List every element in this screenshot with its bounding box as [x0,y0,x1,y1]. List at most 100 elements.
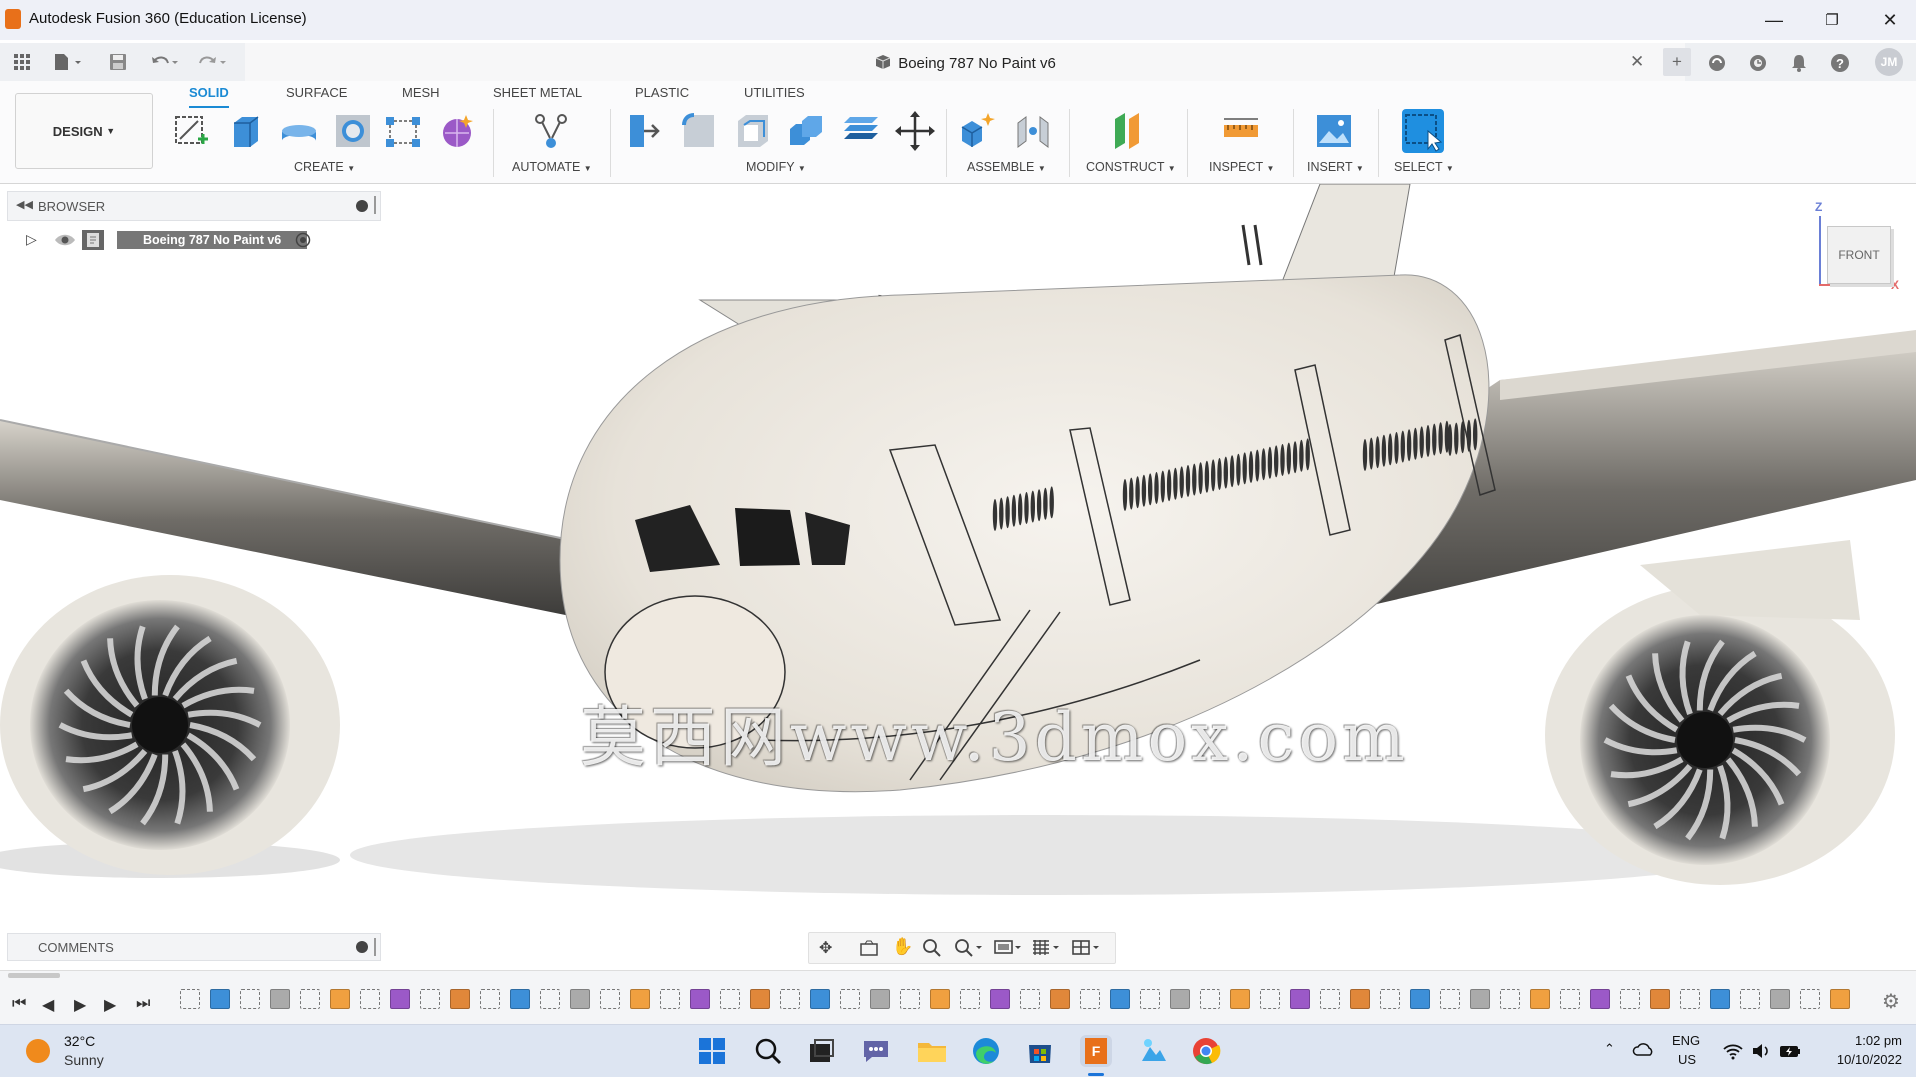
task-view-icon[interactable] [806,1035,838,1067]
viewports-icon[interactable] [1071,938,1101,958]
viewcube-front-face[interactable]: FRONT [1827,226,1891,284]
volume-icon[interactable] [1750,1041,1772,1061]
timeline-feature-icon[interactable] [600,989,620,1009]
onedrive-cloud-icon[interactable] [1632,1039,1656,1061]
visibility-eye-icon[interactable] [54,231,76,249]
user-avatar[interactable]: JM [1875,48,1903,76]
press-pull-icon[interactable] [624,109,666,153]
redo-icon[interactable] [196,49,230,75]
clock-date[interactable]: 10/10/2022 [1820,1052,1902,1067]
timeline-feature-icon[interactable] [1380,989,1400,1009]
group-select[interactable]: SELECT ▼ [1394,160,1454,174]
data-panel-grid-icon[interactable] [10,49,34,75]
create-sketch-icon[interactable] [170,109,212,153]
timeline-feature-icon[interactable] [900,989,920,1009]
extrude-icon[interactable] [224,109,266,153]
timeline-feature-icon[interactable] [1230,989,1250,1009]
timeline-feature-icon[interactable] [660,989,680,1009]
timeline-feature-icon[interactable] [1710,989,1730,1009]
timeline-feature-icon[interactable] [1620,989,1640,1009]
select-tool-icon[interactable] [1402,109,1444,153]
timeline-feature-icon[interactable] [1590,989,1610,1009]
search-icon[interactable] [752,1035,784,1067]
timeline-feature-icon[interactable] [540,989,560,1009]
windows-start-icon[interactable] [696,1035,728,1067]
timeline-feature-icon[interactable] [1080,989,1100,1009]
activate-radio-icon[interactable] [295,232,311,248]
teams-chat-icon[interactable] [860,1035,892,1067]
timeline-feature-icon[interactable] [1290,989,1310,1009]
timeline-feature-icon[interactable] [1140,989,1160,1009]
timeline-settings-gear-icon[interactable]: ⚙ [1882,989,1900,1014]
timeline-feature-icon[interactable] [300,989,320,1009]
step-forward-icon[interactable]: ▶ [104,995,116,1015]
group-assemble[interactable]: ASSEMBLE ▼ [967,160,1046,174]
rectangular-pattern-icon[interactable] [382,109,424,153]
tab-mesh[interactable]: MESH [402,85,440,100]
timeline-feature-icon[interactable] [1740,989,1760,1009]
hole-icon[interactable] [332,109,374,153]
save-icon[interactable] [106,49,130,75]
joint-icon[interactable] [1012,109,1054,153]
timeline-feature-icon[interactable] [1830,989,1850,1009]
timeline-feature-icon[interactable] [870,989,890,1009]
file-menu-icon[interactable] [50,49,86,75]
pan-hand-icon[interactable]: ✋ [892,937,913,957]
tab-surface[interactable]: SURFACE [286,85,347,100]
job-status-icon[interactable] [1746,51,1770,75]
keyboard-region[interactable]: US [1678,1052,1696,1067]
timeline-feature-icon[interactable] [930,989,950,1009]
new-tab-plus-icon[interactable]: + [1663,48,1691,76]
photos-app-icon[interactable] [1136,1035,1168,1067]
display-settings-icon[interactable] [993,938,1023,958]
tab-solid[interactable]: SOLID [189,85,229,108]
microsoft-store-icon[interactable] [1024,1035,1056,1067]
timeline-scrollbar[interactable] [8,973,60,978]
add-comment-icon[interactable] [356,941,368,953]
clock-time[interactable]: 1:02 pm [1820,1033,1902,1048]
timeline-feature-icon[interactable] [240,989,260,1009]
timeline-feature-icon[interactable] [570,989,590,1009]
go-to-end-icon[interactable]: ⏭ [136,995,150,1013]
file-explorer-icon[interactable] [916,1035,948,1067]
close-button[interactable]: ✕ [1866,6,1914,34]
restore-button[interactable]: ❐ [1808,6,1856,34]
timeline-feature-icon[interactable] [1020,989,1040,1009]
timeline-feature-icon[interactable] [180,989,200,1009]
orbit-icon[interactable]: ✥ [819,938,832,958]
shell-icon[interactable] [732,109,774,153]
timeline-feature-icon[interactable] [750,989,770,1009]
group-construct[interactable]: CONSTRUCT ▼ [1086,160,1176,174]
timeline-feature-icon[interactable] [420,989,440,1009]
document-tab[interactable]: Boeing 787 No Paint v6 ✕ [245,43,1685,81]
go-to-start-icon[interactable]: ⏮ [12,995,26,1013]
tab-utilities[interactable]: UTILITIES [744,85,805,100]
panel-resize-handle[interactable] [374,196,376,214]
timeline-feature-icon[interactable] [960,989,980,1009]
group-insert[interactable]: INSERT ▼ [1307,160,1364,174]
timeline-feature-icon[interactable] [840,989,860,1009]
battery-charging-icon[interactable] [1778,1041,1802,1061]
extensions-icon[interactable] [1705,51,1729,75]
tab-sheet-metal[interactable]: SHEET METAL [493,85,582,100]
expand-triangle-icon[interactable]: ▷ [26,231,37,248]
panel-resize-handle[interactable] [374,938,376,956]
tab-plastic[interactable]: PLASTIC [635,85,689,100]
timeline-feature-icon[interactable] [720,989,740,1009]
measure-icon[interactable] [1220,109,1262,153]
revolve-icon[interactable] [278,109,320,153]
timeline-feature-icon[interactable] [810,989,830,1009]
minimize-button[interactable]: — [1750,6,1798,34]
timeline-feature-icon[interactable] [1170,989,1190,1009]
timeline-feature-icon[interactable] [1200,989,1220,1009]
group-automate[interactable]: AUTOMATE ▼ [512,160,592,174]
timeline-feature-icon[interactable] [1530,989,1550,1009]
weather-sun-icon[interactable] [26,1039,50,1063]
timeline-feature-icon[interactable] [510,989,530,1009]
timeline-feature-icon[interactable] [1350,989,1370,1009]
group-inspect[interactable]: INSPECT ▼ [1209,160,1274,174]
play-icon[interactable]: ▶ [74,995,86,1015]
weather-temperature[interactable]: 32°C [64,1033,95,1049]
canvas-viewport[interactable]: 莫西网www.3dmox.com [0,184,1916,970]
timeline-feature-icon[interactable] [360,989,380,1009]
